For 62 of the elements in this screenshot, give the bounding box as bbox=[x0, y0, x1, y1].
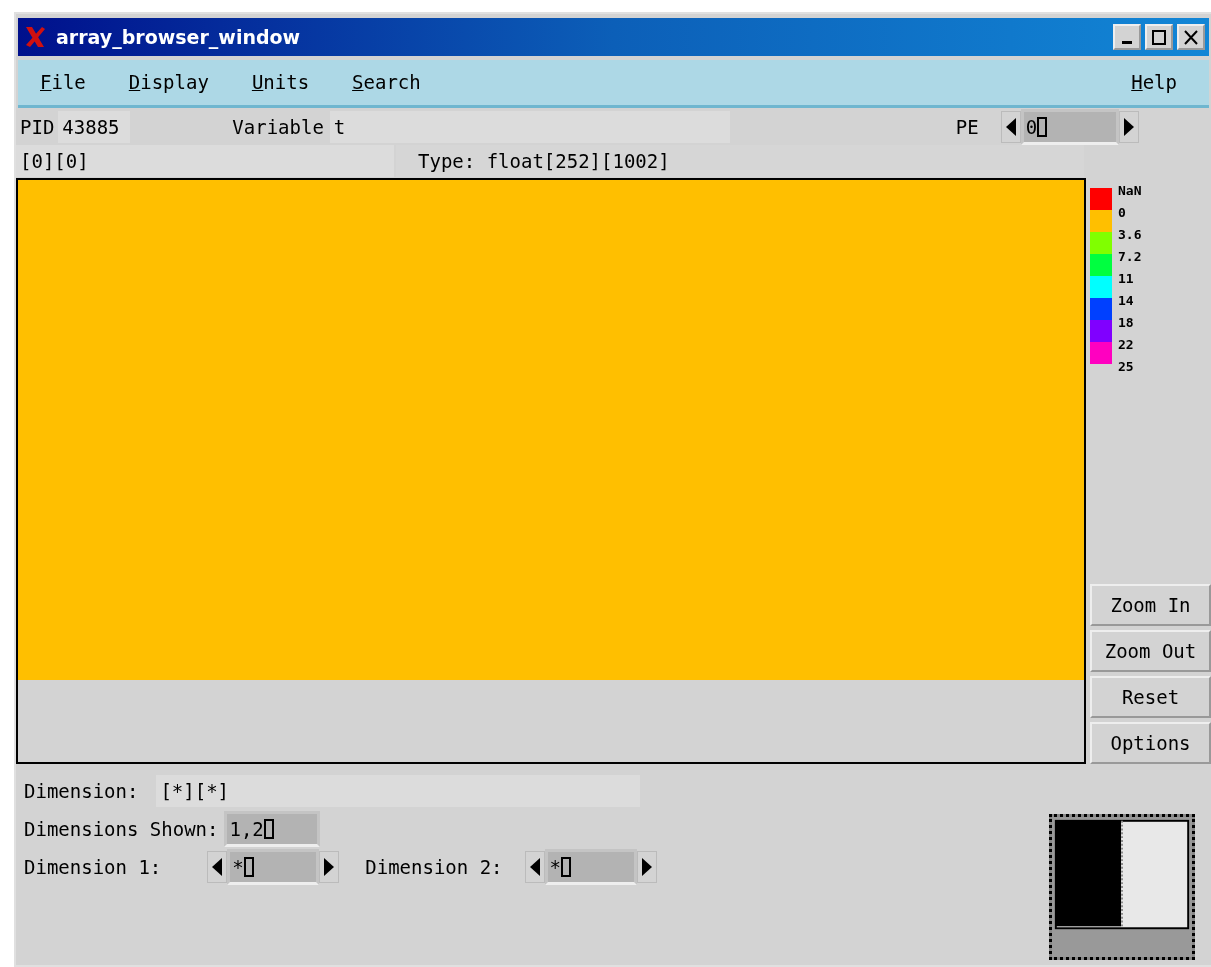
increment-button[interactable] bbox=[636, 851, 657, 883]
text-cursor bbox=[561, 857, 571, 877]
legend-label: 11 bbox=[1118, 270, 1135, 288]
menu-item[interactable]: Display bbox=[128, 68, 232, 97]
window-title: array_browser_window bbox=[56, 24, 302, 51]
pe-label: PE bbox=[955, 114, 979, 140]
menu-item[interactable]: Help bbox=[1131, 68, 1177, 97]
legend-label: 14 bbox=[1118, 292, 1135, 310]
decrement-button[interactable] bbox=[524, 851, 545, 883]
legend-label: NaN bbox=[1118, 182, 1142, 200]
left-arrow-icon bbox=[211, 857, 224, 877]
decrement-button[interactable] bbox=[207, 851, 228, 883]
menu-item[interactable]: Search bbox=[352, 68, 444, 97]
legend-label: 22 bbox=[1118, 336, 1135, 354]
pid-label: PID bbox=[19, 114, 56, 140]
legend-label: 0 bbox=[1118, 204, 1127, 222]
field-value: Type: float[252][1002] bbox=[418, 148, 670, 174]
spin-field[interactable]: * bbox=[544, 849, 637, 885]
field-value: * bbox=[549, 854, 561, 880]
increment-button[interactable] bbox=[319, 851, 340, 883]
toolbar-button[interactable]: Options bbox=[1090, 722, 1211, 764]
toolbar-button[interactable]: Zoom In bbox=[1090, 584, 1211, 626]
field-value: 0 bbox=[1025, 114, 1038, 140]
field-value: 43885 bbox=[62, 114, 120, 140]
dimensions-shown-label: Dimensions Shown: bbox=[24, 816, 219, 842]
legend-label: 18 bbox=[1118, 314, 1135, 332]
dimension-label: Dimension: bbox=[24, 778, 139, 804]
field-value: t bbox=[333, 114, 346, 140]
legend-label: 3.6 bbox=[1118, 226, 1142, 244]
field-value: * bbox=[232, 854, 244, 880]
close-button[interactable] bbox=[1177, 24, 1205, 50]
maximize-button[interactable] bbox=[1145, 24, 1173, 50]
left-arrow-icon bbox=[1004, 117, 1017, 137]
spin-field[interactable]: 0 bbox=[1020, 109, 1119, 145]
toolbar-button[interactable]: Zoom Out bbox=[1090, 630, 1211, 672]
field-value: [0][0] bbox=[20, 148, 89, 174]
legend-label: 7.2 bbox=[1118, 248, 1142, 266]
decrement-button[interactable] bbox=[1000, 111, 1021, 143]
text-cursor bbox=[263, 819, 274, 839]
text-cursor bbox=[243, 857, 254, 877]
right-arrow-icon bbox=[1122, 117, 1135, 137]
toolbar-button[interactable]: Reset bbox=[1090, 676, 1211, 718]
field-value: 1,2 bbox=[229, 816, 264, 842]
menu-item[interactable]: File bbox=[40, 68, 109, 97]
right-arrow-icon bbox=[640, 857, 653, 877]
dimension-label: Dimension 2: bbox=[365, 854, 503, 880]
variable-label: Variable bbox=[232, 114, 324, 140]
dimension-label: Dimension 1: bbox=[24, 854, 162, 880]
spin-field[interactable]: * bbox=[227, 849, 320, 885]
right-arrow-icon bbox=[323, 857, 336, 877]
dimensions-shown-field[interactable]: 1,2 bbox=[224, 811, 321, 847]
text-cursor bbox=[1037, 117, 1048, 137]
close-icon bbox=[1184, 29, 1198, 45]
legend-label: 25 bbox=[1118, 358, 1135, 376]
field-value: [*][*] bbox=[160, 778, 230, 804]
left-arrow-icon bbox=[528, 857, 541, 877]
maximize-icon bbox=[1152, 29, 1166, 45]
minimize-icon bbox=[1122, 41, 1132, 44]
minimize-button[interactable] bbox=[1113, 24, 1141, 50]
x-logo-icon bbox=[24, 25, 46, 49]
increment-button[interactable] bbox=[1118, 111, 1139, 143]
menu-item[interactable]: Units bbox=[251, 68, 333, 97]
